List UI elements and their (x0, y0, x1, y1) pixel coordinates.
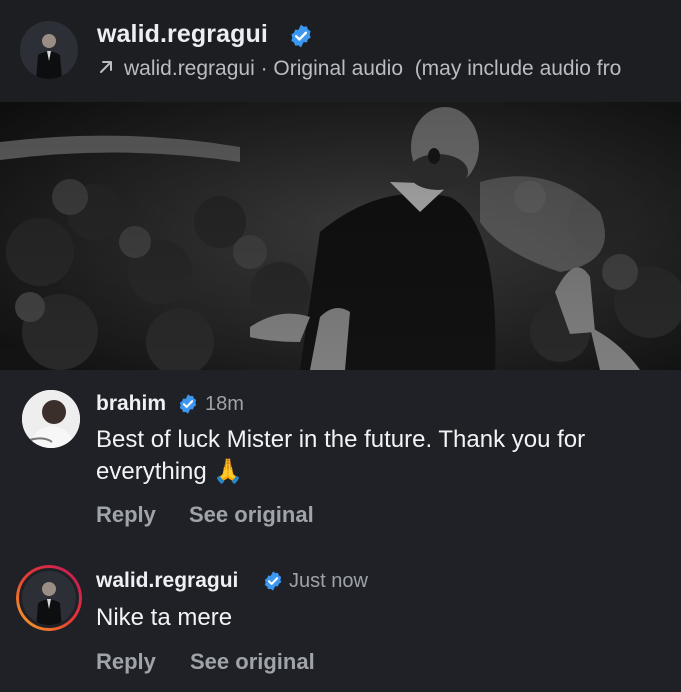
person-silhouette-icon (22, 390, 80, 448)
comment-text: Nike ta mere (96, 604, 233, 631)
audio-username: walid.regragui (124, 57, 255, 80)
commenter-avatar-with-story-ring[interactable] (16, 565, 82, 631)
see-original-button[interactable]: See original (189, 502, 314, 528)
comment-text-line-2-text: everything (96, 458, 207, 485)
video-preview[interactable] (0, 102, 681, 370)
original-audio-link[interactable]: walid.regragui · Original audio (may inc… (98, 57, 621, 81)
arrow-up-right-icon (100, 61, 112, 73)
author-avatar[interactable] (20, 21, 78, 79)
see-original-button[interactable]: See original (190, 649, 315, 675)
comment-timestamp: Just now (289, 570, 368, 592)
verified-badge-icon (291, 24, 311, 48)
comment-text-line-2: everything 🙏 (96, 456, 585, 488)
comment-username[interactable]: walid.regragui (96, 569, 238, 593)
video-frame-image (0, 102, 681, 370)
comment-timestamp: 18m (205, 393, 244, 415)
author-username[interactable]: walid.regragui (97, 20, 268, 49)
audio-note: (may include audio fro (414, 57, 622, 80)
comment-text-line-1: Best of luck Mister in the future. Thank… (96, 426, 586, 453)
reply-button[interactable]: Reply (96, 649, 156, 675)
commenter-avatar[interactable] (22, 390, 80, 448)
audio-title: Original audio (273, 57, 404, 80)
comment-username[interactable]: brahim (96, 392, 166, 416)
audio-separator: · (254, 57, 274, 80)
reel-header: walid.regragui walid.regragui · Original… (0, 0, 681, 102)
folded-hands-emoji: 🙏 (213, 458, 244, 485)
verified-badge-icon (264, 571, 282, 591)
story-ring-avatar-icon (16, 565, 82, 631)
comment-text: Best of luck Mister in the future. Thank… (96, 424, 585, 488)
verified-badge-icon (179, 394, 197, 414)
person-silhouette-icon (20, 21, 78, 79)
reply-button[interactable]: Reply (96, 502, 156, 528)
